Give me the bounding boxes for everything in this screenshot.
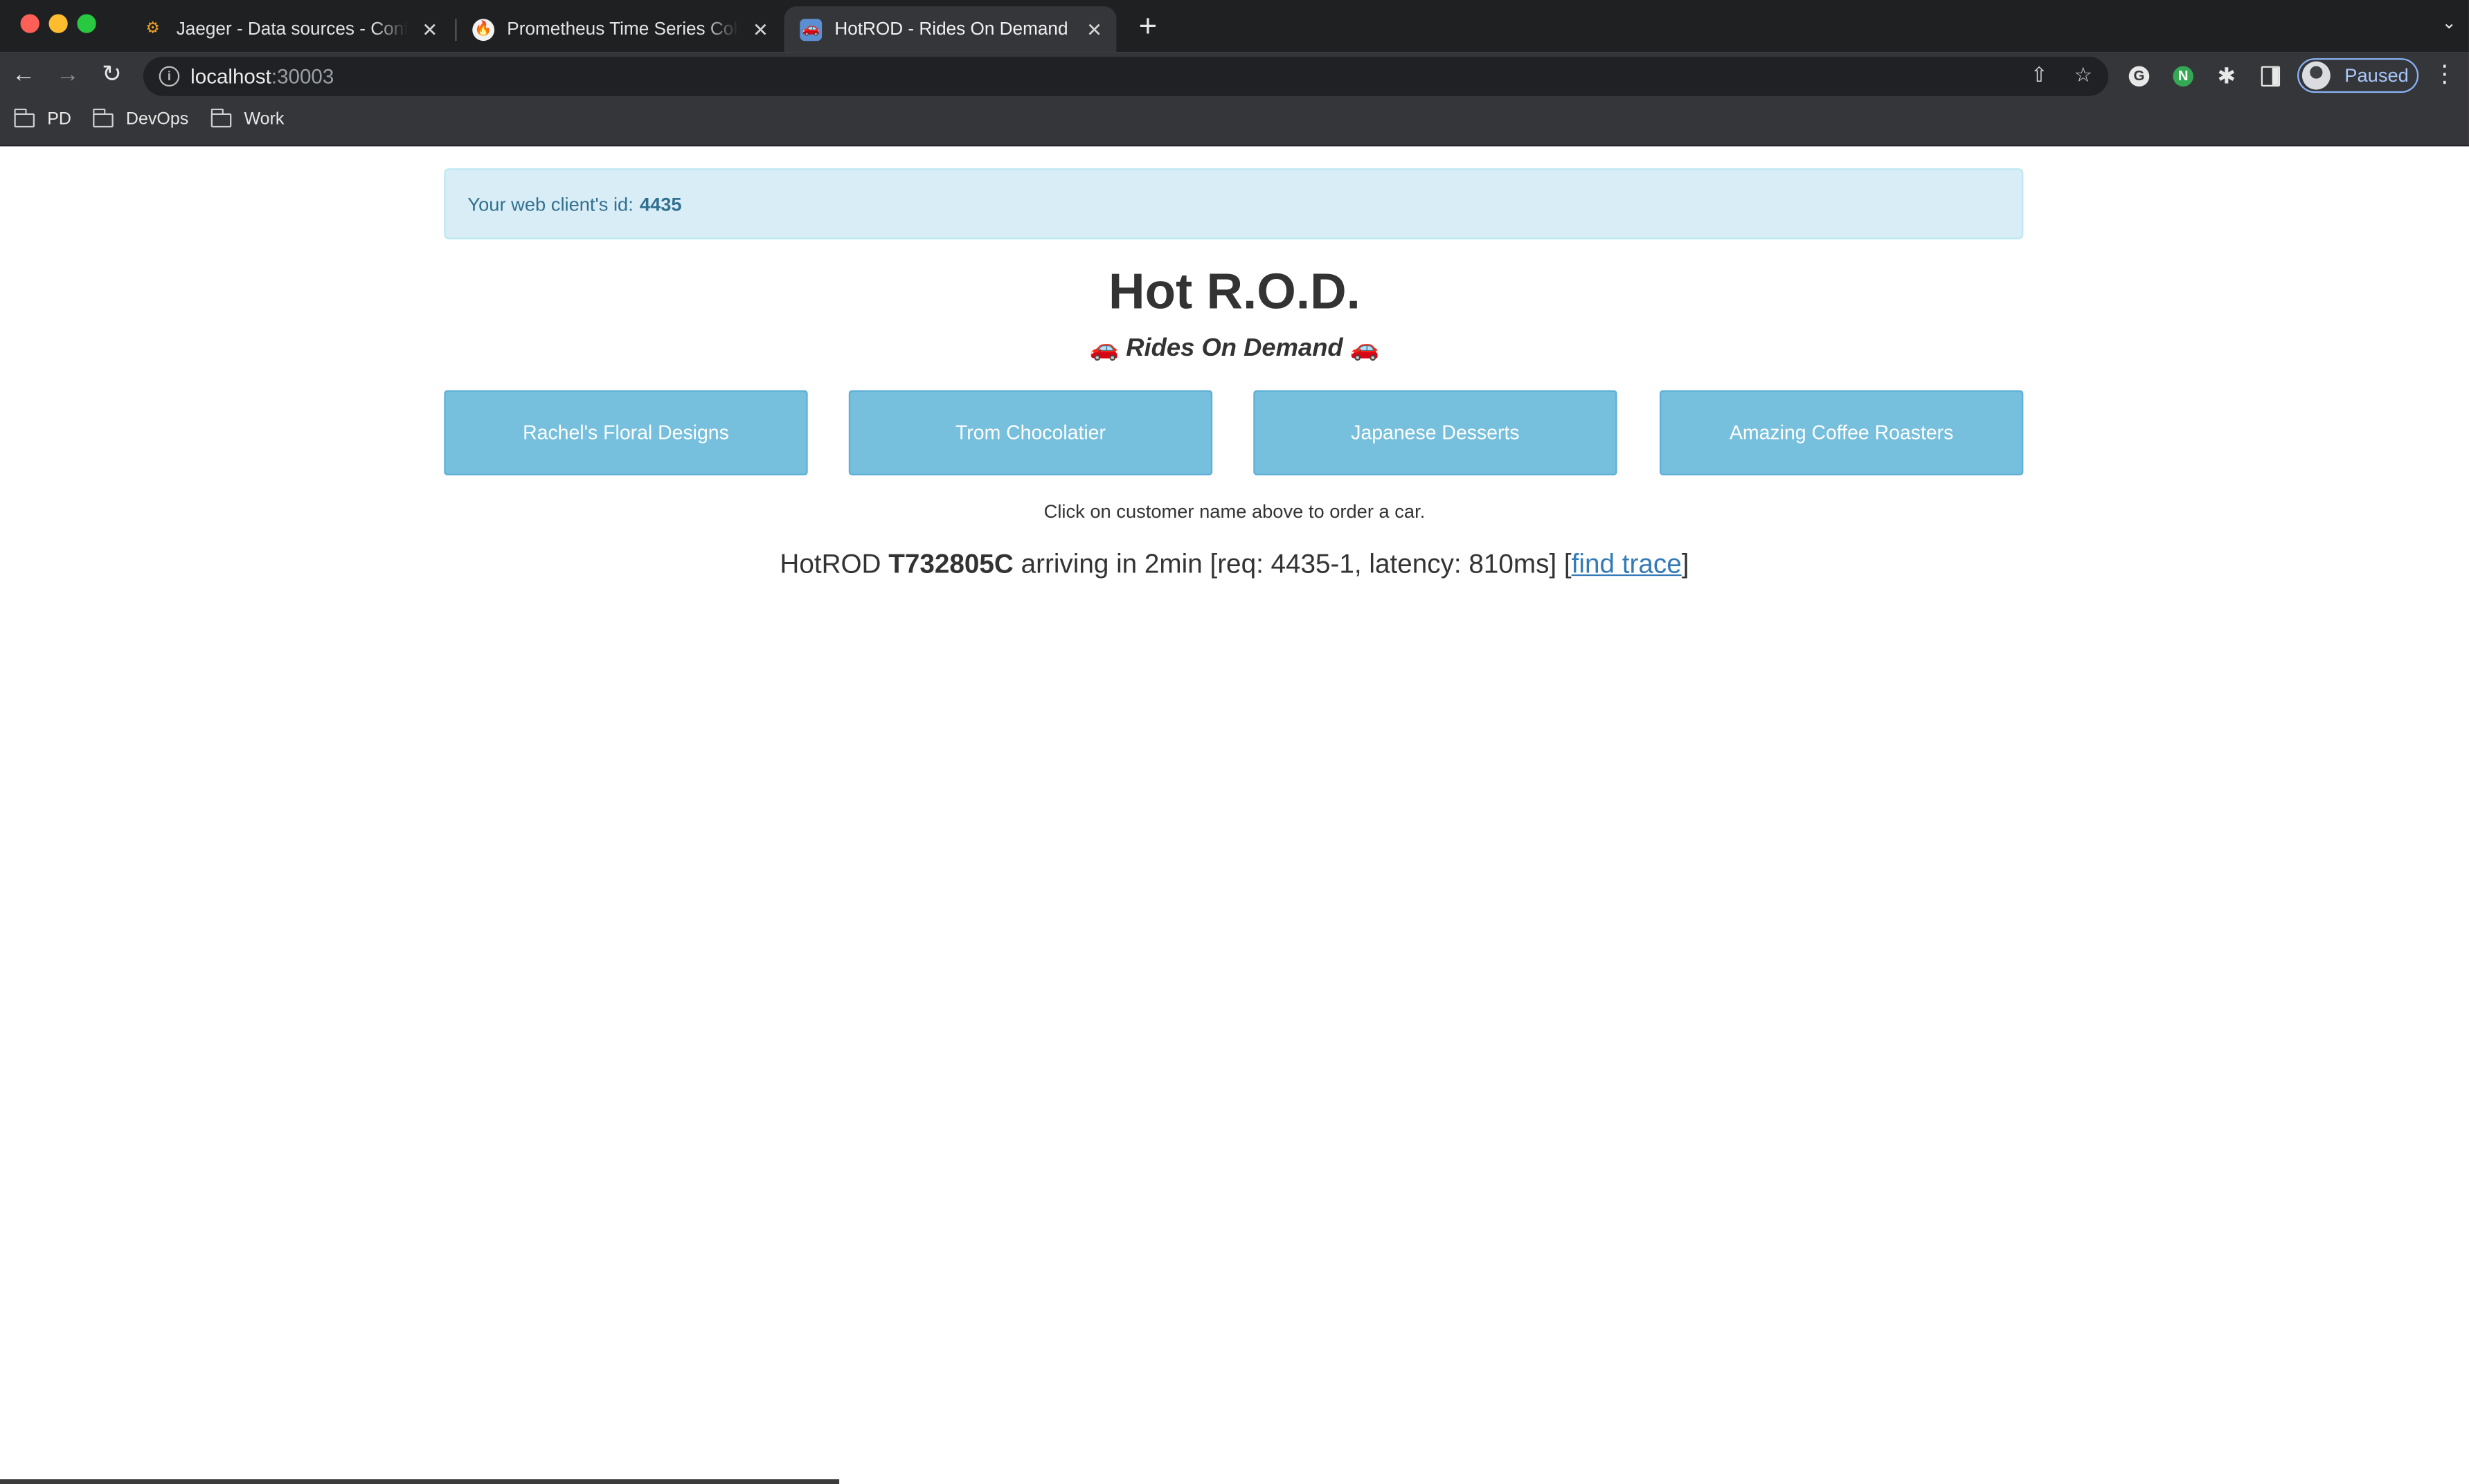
ride-result: HotROD T732805C arriving in 2min [req: 4…: [0, 549, 2469, 580]
reload-button[interactable]: ↻: [96, 60, 127, 91]
extension-n-icon[interactable]: N: [2173, 66, 2193, 87]
result-prefix: HotROD: [780, 549, 881, 579]
tab-jaeger[interactable]: ⚙ Jaeger - Data sources - Configuration …: [126, 6, 452, 52]
folder-icon: [210, 107, 232, 127]
page-title: Hot R.O.D.: [1108, 262, 1361, 320]
browser-toolbar: ← → ↻ i localhost :30003 ⇧ ☆ G N ✱ Pause…: [0, 52, 2469, 101]
share-icon[interactable]: ⇧: [2027, 63, 2051, 88]
extensions-puzzle-icon[interactable]: ✱: [2214, 63, 2239, 88]
close-icon[interactable]: ✕: [748, 18, 773, 40]
avatar: [2301, 61, 2331, 90]
maximize-window-button[interactable]: [77, 14, 96, 33]
address-bar[interactable]: i localhost :30003: [143, 56, 2109, 96]
tab-hotrod[interactable]: 🚗 HotROD - Rides On Demand ✕: [784, 6, 1117, 53]
bookmark-label: PD: [47, 110, 71, 129]
driver-id: T732805C: [888, 549, 1014, 579]
minimize-window-button[interactable]: [48, 14, 68, 33]
order-hint: Click on customer name above to order a …: [1043, 500, 1426, 523]
bookmark-label: Work: [244, 110, 285, 129]
client-id-value: 4435: [639, 192, 682, 215]
customer-button[interactable]: Japanese Desserts: [1253, 390, 1617, 476]
extension-g-icon[interactable]: G: [2128, 66, 2150, 87]
forward-button[interactable]: →: [52, 60, 83, 91]
prometheus-icon: 🔥: [472, 18, 495, 40]
find-trace-link[interactable]: find trace: [1572, 549, 1682, 579]
profile-status: Paused: [2344, 64, 2409, 87]
subtitle-text: Rides On Demand: [1126, 335, 1343, 362]
address-host: localhost: [190, 64, 271, 89]
back-button[interactable]: ←: [8, 60, 39, 91]
page-content: Your web client's id: 4435 Hot R.O.D. 🚗 …: [0, 146, 2469, 1484]
tab-strip: ⚙ Jaeger - Data sources - Configuration …: [0, 0, 2469, 53]
tab-title: HotROD - Rides On Demand: [834, 19, 1068, 39]
bookmark-folder-pd[interactable]: PD: [14, 107, 71, 129]
address-port: :30003: [271, 64, 334, 89]
close-icon[interactable]: ✕: [418, 18, 442, 40]
side-panel-icon[interactable]: [2261, 66, 2281, 87]
car-icon: 🚗: [1089, 335, 1120, 362]
customer-button[interactable]: Amazing Coffee Roasters: [1660, 390, 2024, 476]
result-suffix: ]: [1681, 549, 1689, 579]
result-details: arriving in 2min [req: 4435-1, latency: …: [1021, 549, 1572, 579]
hotrod-icon: 🚗: [800, 18, 823, 40]
bookmark-folder-work[interactable]: Work: [210, 107, 285, 129]
page-load-progress: [0, 1479, 840, 1484]
info-icon[interactable]: i: [159, 66, 180, 87]
close-icon[interactable]: ✕: [1081, 18, 1106, 40]
tab-title: Prometheus Time Series Collection: [507, 19, 738, 39]
customer-button[interactable]: Trom Chocolatier: [848, 390, 1213, 476]
bookmark-folder-devops[interactable]: DevOps: [92, 107, 189, 129]
folder-icon: [14, 107, 35, 127]
bookmark-star-icon[interactable]: ☆: [2071, 63, 2096, 88]
more-menu-icon[interactable]: ⋮: [2433, 62, 2457, 90]
bookmark-label: DevOps: [125, 110, 189, 129]
client-id-label: Your web client's id:: [467, 192, 634, 215]
car-icon: 🚗: [1349, 335, 1380, 362]
page-subtitle: 🚗 Rides On Demand 🚗: [0, 334, 2469, 363]
new-tab-button[interactable]: +: [1132, 10, 1163, 44]
tab-search-icon[interactable]: ⌄: [2442, 12, 2457, 33]
client-id-alert: Your web client's id: 4435: [444, 168, 2024, 239]
tab-prometheus[interactable]: 🔥 Prometheus Time Series Collection ✕: [457, 6, 783, 52]
folder-icon: [92, 107, 114, 127]
browser-window: ⚙ Jaeger - Data sources - Configuration …: [0, 0, 2469, 1484]
customer-button[interactable]: Rachel's Floral Designs: [444, 390, 808, 476]
grafana-icon: ⚙: [145, 20, 160, 38]
close-window-button[interactable]: [20, 14, 39, 33]
tab-title: Jaeger - Data sources - Configuration: [176, 19, 408, 39]
bookmarks-bar: PD DevOps Work: [0, 100, 2469, 147]
profile-button[interactable]: Paused: [2297, 58, 2419, 93]
